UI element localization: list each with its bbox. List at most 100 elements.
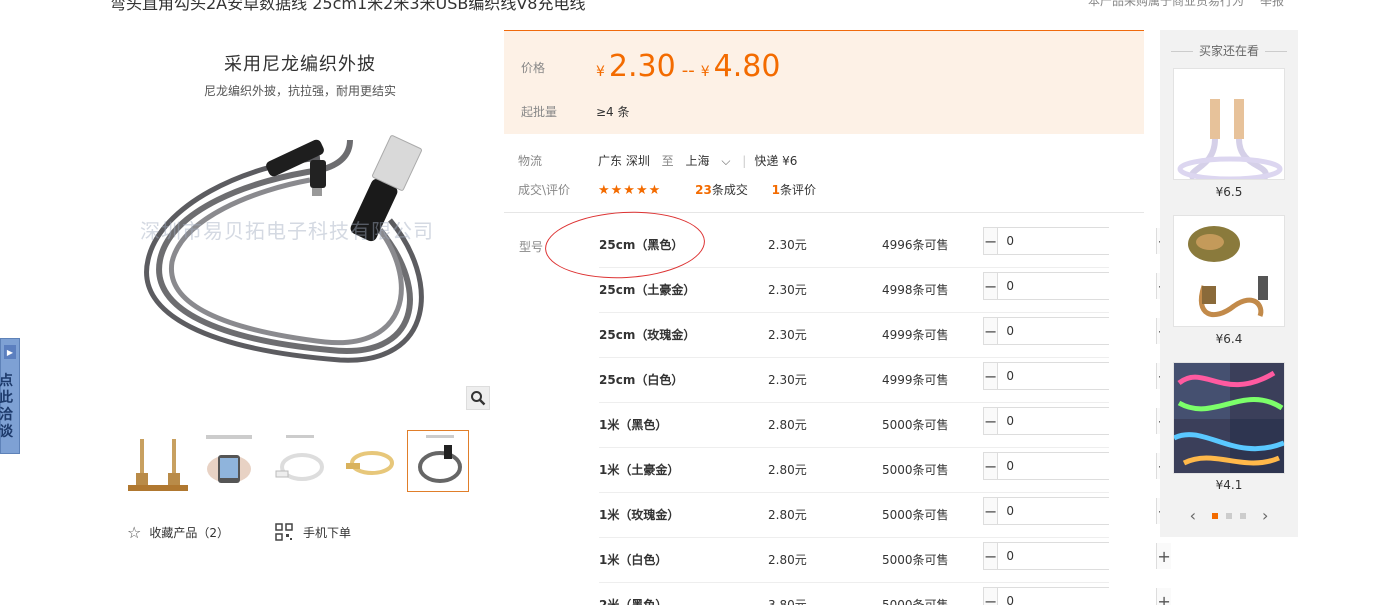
reviews-link[interactable]: 1条评价 xyxy=(772,183,816,197)
increment-button[interactable]: + xyxy=(1156,588,1171,605)
image-watermark: 深圳市易贝拓电子科技有限公司 xyxy=(140,219,434,243)
product-title: 弯头直角勾头2A安卓数据线 25cm1米2米3米USB编织线V8充电线 xyxy=(110,0,586,13)
reco-price-2: ¥6.4 xyxy=(1215,332,1243,346)
pager-dot-1[interactable] xyxy=(1212,512,1218,519)
increment-button[interactable]: + xyxy=(1156,543,1171,569)
reviews-count: 1 xyxy=(771,183,781,197)
sku-stock: 5000条可售 xyxy=(882,418,949,432)
chevron-right-icon[interactable]: › xyxy=(1262,506,1268,525)
reco-item-3[interactable] xyxy=(1173,362,1285,474)
ship-to-select[interactable]: 上海 ⌵ xyxy=(686,154,739,168)
decrement-button[interactable]: − xyxy=(984,318,999,344)
reco-price-1: ¥6.5 xyxy=(1215,185,1243,199)
sku-name: 25cm（土豪金） xyxy=(599,283,696,297)
reco-pager: ‹ › xyxy=(1160,506,1298,525)
decrement-button[interactable]: − xyxy=(984,543,999,569)
sku-stock: 5000条可售 xyxy=(882,598,949,605)
image-subtitle: 尼龙编织外披，抗拉强，耐用更结实 xyxy=(203,84,396,98)
favorite-button[interactable]: ☆ 收藏产品（2） xyxy=(127,523,229,542)
zoom-button[interactable] xyxy=(466,386,490,410)
quantity-stepper: −+ xyxy=(983,227,1171,255)
sku-row: 25cm（黑色） 2.30元 4996条可售 −+ xyxy=(599,223,1171,268)
divider xyxy=(504,212,1144,213)
deals-link[interactable]: 23条成交 xyxy=(695,183,748,197)
decrement-button[interactable]: − xyxy=(984,363,999,389)
deals-row: 成交\评价 ★★★★★ 23条成交 1条评价 xyxy=(518,181,816,198)
rating-stars: ★★★★★ xyxy=(598,183,662,198)
shipping-label: 物流 xyxy=(518,154,543,168)
sku-price: 2.80元 xyxy=(768,553,807,567)
sku-stock: 4996条可售 xyxy=(882,238,949,252)
sku-stock: 5000条可售 xyxy=(882,553,949,567)
thumbnail-2[interactable] xyxy=(197,430,259,492)
pager-dot-3[interactable] xyxy=(1240,512,1246,519)
title-note: 本产品采购属于商业贸易行为 举报 xyxy=(1072,0,1284,9)
moq-label: 起批量 xyxy=(521,105,558,119)
shipping-row: 物流 广东 深圳 至 上海 ⌵ | 快递 ¥6 xyxy=(518,154,798,168)
sku-row: 1米（白色）2.80元5000条可售−+ xyxy=(599,538,1171,583)
consult-tab[interactable]: ▶ 点此洽谈 xyxy=(0,338,20,454)
reco-item-1[interactable] xyxy=(1173,68,1285,180)
thumbnail-5[interactable] xyxy=(407,430,469,492)
sku-price: 2.80元 xyxy=(768,463,807,477)
currency-symbol: ¥ xyxy=(700,64,710,80)
quantity-input[interactable] xyxy=(998,363,1157,389)
cable-illustration xyxy=(144,135,424,363)
quantity-input[interactable] xyxy=(998,543,1157,569)
pager-dot-2[interactable] xyxy=(1226,512,1232,519)
ship-from: 广东 深圳 xyxy=(598,154,650,168)
decrement-button[interactable]: − xyxy=(984,498,999,524)
title-bar: 弯头直角勾头2A安卓数据线 25cm1米2米3米USB编织线V8充电线 本产品采… xyxy=(110,0,1290,14)
image-slogan: 采用尼龙编织外披 xyxy=(224,54,376,75)
quantity-input[interactable] xyxy=(998,408,1157,434)
quantity-stepper: −+ xyxy=(983,497,1171,525)
quantity-input[interactable] xyxy=(998,273,1157,299)
sku-row: 2米（黑色）3.80元5000条可售−+ xyxy=(599,583,1171,605)
decrement-button[interactable]: − xyxy=(984,408,999,434)
sku-name: 1米（土豪金） xyxy=(599,463,680,477)
sku-row: 1米（玫瑰金） 2.80元 5000条可售 −+ xyxy=(599,493,1171,538)
price-max: 4.80 xyxy=(713,49,781,84)
sku-price: 2.80元 xyxy=(768,508,807,522)
price-separator: -- xyxy=(681,60,695,81)
sku-row: 1米（土豪金） 2.80元 5000条可售 −+ xyxy=(599,448,1171,493)
ship-to-value: 上海 xyxy=(685,154,710,168)
sku-stock: 4998条可售 xyxy=(882,283,949,297)
sku-label: 型号 xyxy=(519,240,544,254)
reco-heading: 买家还在看 xyxy=(1160,42,1298,59)
sku-name: 1米（黑色） xyxy=(599,418,668,432)
quantity-stepper: −+ xyxy=(983,542,1171,570)
main-product-image[interactable]: 采用尼龙编织外披 尼龙编织外披，抗拉强，耐用更结实 深圳市易贝拓电子科技有限公司 xyxy=(110,30,490,415)
sku-row: 25cm（土豪金） 2.30元 4998条可售 −+ xyxy=(599,268,1171,313)
price-label: 价格 xyxy=(521,61,546,75)
mobile-order-label: 手机下单 xyxy=(303,525,352,540)
quantity-input[interactable] xyxy=(998,453,1157,479)
sku-name: 1米（白色） xyxy=(599,553,668,567)
decrement-button[interactable]: − xyxy=(984,453,999,479)
thumbnail-3[interactable] xyxy=(267,430,329,492)
thumbnail-1[interactable] xyxy=(127,430,189,492)
quantity-input[interactable] xyxy=(998,588,1157,605)
quantity-input[interactable] xyxy=(998,228,1157,254)
deals-count: 23 xyxy=(695,183,712,197)
trade-note: 本产品采购属于商业贸易行为 xyxy=(1087,0,1244,8)
quantity-input[interactable] xyxy=(998,318,1157,344)
decrement-button[interactable]: − xyxy=(984,273,999,299)
expand-arrow-icon[interactable]: ▶ xyxy=(4,345,16,359)
sku-name: 25cm（黑色） xyxy=(599,238,684,252)
sku-stock: 4999条可售 xyxy=(882,373,949,387)
quantity-stepper: −+ xyxy=(983,587,1171,605)
reco-item-2[interactable] xyxy=(1173,215,1285,327)
report-link[interactable]: 举报 xyxy=(1260,0,1284,8)
sku-name: 2米（黑色） xyxy=(599,598,668,605)
quantity-stepper: −+ xyxy=(983,452,1171,480)
decrement-button[interactable]: − xyxy=(984,228,999,254)
thumbnail-4[interactable] xyxy=(337,430,399,492)
decrement-button[interactable]: − xyxy=(984,588,999,605)
chevron-left-icon[interactable]: ‹ xyxy=(1190,506,1196,525)
sku-price: 2.30元 xyxy=(768,283,807,297)
price-range: ¥2.30 -- ¥4.80 xyxy=(596,49,780,84)
quantity-stepper: −+ xyxy=(983,362,1171,390)
quantity-input[interactable] xyxy=(998,498,1157,524)
mobile-order-button[interactable]: 手机下单 xyxy=(275,523,351,541)
